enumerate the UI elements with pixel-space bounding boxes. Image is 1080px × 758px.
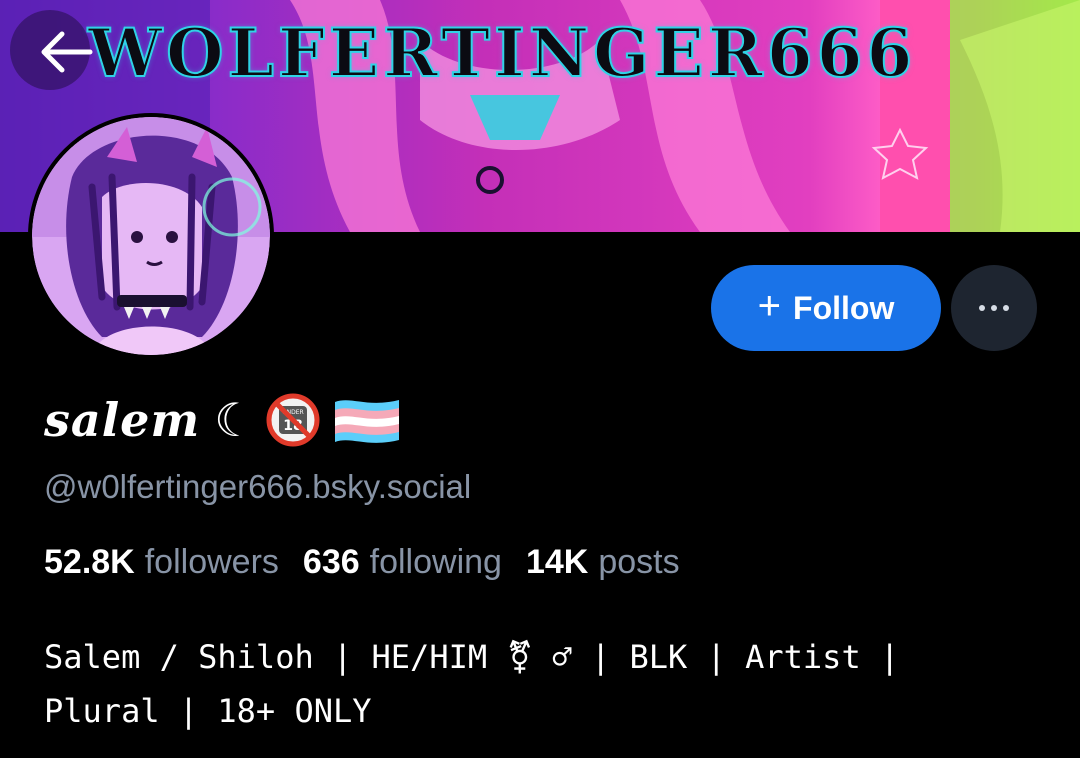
banner-title: WOLFERTINGER666 [87,13,917,93]
display-name-text: salem [44,393,201,447]
following-count: 636 [302,543,360,581]
profile-handle: @w0lfertinger666.bsky.social [44,468,472,505]
back-button[interactable] [36,22,96,82]
following-stat[interactable]: 636 following [303,543,502,582]
moon-emoji: ☾ [214,393,256,447]
profile-bio: Salem / Shiloh | HE/HIM ⚧ ♂ | BLK | Arti… [44,630,1044,738]
followers-stat[interactable]: 52.8K followers [44,543,279,582]
posts-count: 14K [525,543,589,581]
display-name: salem ☾ UNDER 18 [44,388,403,452]
followers-label: followers [144,543,279,581]
bio-line-1: Salem / Shiloh | HE/HIM ⚧ ♂ | BLK | Arti… [44,638,900,676]
avatar-icon [32,117,270,355]
followers-count: 52.8K [44,543,135,581]
avatar[interactable] [28,113,274,359]
posts-stat: 14K posts [526,543,680,582]
no-under-18-icon: UNDER 18 [266,393,320,447]
ellipsis-icon [979,305,1009,311]
plus-icon: + [757,284,782,328]
follow-button[interactable]: + Follow [711,265,941,351]
transgender-flag-icon [335,400,400,443]
bio-line-2: Plural | 18+ ONLY [44,692,372,730]
following-label: following [369,543,502,581]
posts-label: posts [598,543,680,581]
arrow-left-icon [41,31,93,73]
follow-label: Follow [793,289,895,326]
profile-stats: 52.8K followers 636 following 14K posts [44,543,680,582]
more-options-button[interactable] [951,265,1037,351]
